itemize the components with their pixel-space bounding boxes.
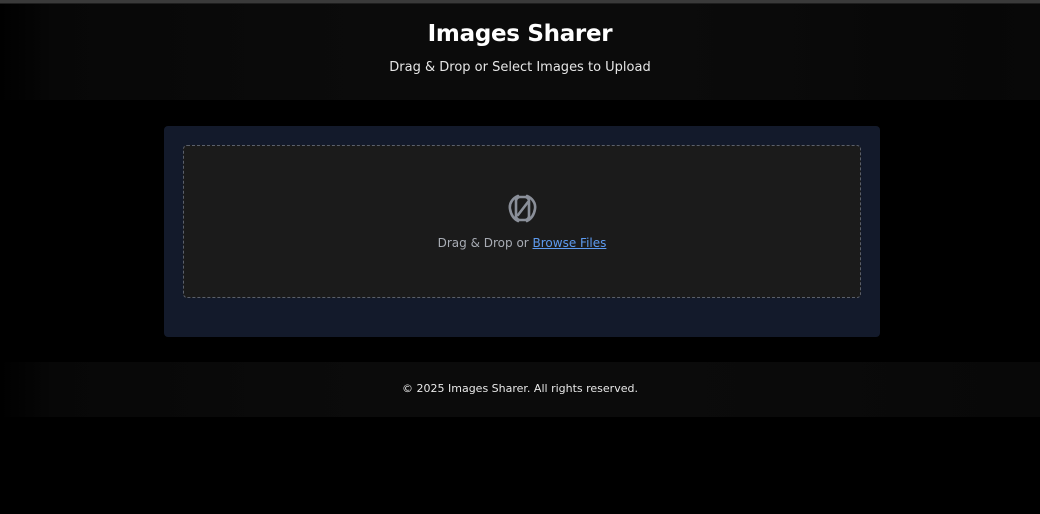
- upload-panel: Drag & Drop or Browse Files: [164, 126, 880, 337]
- browse-files-link[interactable]: Browse Files: [533, 236, 607, 250]
- page-footer: © 2025 Images Sharer. All rights reserve…: [0, 362, 1040, 417]
- copyright-text: © 2025 Images Sharer. All rights reserve…: [402, 382, 638, 395]
- page-subtitle: Drag & Drop or Select Images to Upload: [389, 60, 651, 75]
- drop-prompt: Drag & Drop or Browse Files: [184, 236, 860, 250]
- image-upload-icon: [505, 191, 540, 226]
- drop-zone[interactable]: Drag & Drop or Browse Files: [183, 145, 861, 298]
- drop-prompt-text: Drag & Drop or: [437, 236, 533, 250]
- page-header: Images Sharer Drag & Drop or Select Imag…: [0, 4, 1040, 100]
- page-title: Images Sharer: [427, 21, 613, 47]
